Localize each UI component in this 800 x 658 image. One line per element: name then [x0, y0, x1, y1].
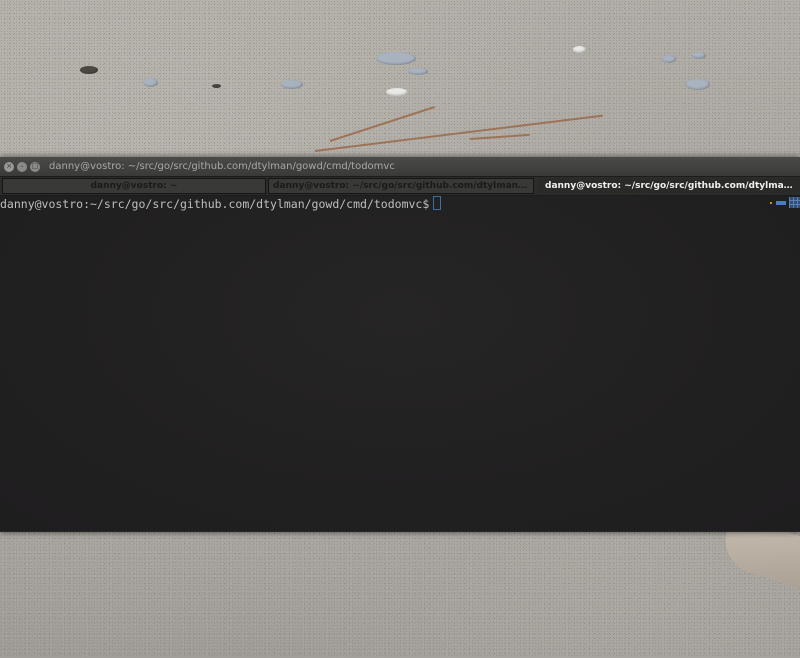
pebble — [662, 55, 676, 63]
window-titlebar[interactable]: × – □ danny@vostro: ~/src/go/src/github.… — [0, 157, 800, 176]
pebble — [408, 68, 428, 75]
terminal-window: × – □ danny@vostro: ~/src/go/src/github.… — [0, 157, 800, 532]
terminal-output[interactable]: danny@vostro:~/src/go/src/github.com/dty… — [0, 196, 800, 531]
cursor — [433, 196, 442, 210]
pebble — [686, 79, 710, 90]
indicator-dot-icon — [770, 201, 772, 204]
pebble — [143, 78, 158, 87]
tab-home[interactable]: danny@vostro: ~ — [2, 178, 266, 194]
desktop-wallpaper: × – □ danny@vostro: ~/src/go/src/github.… — [0, 0, 800, 658]
indicator-bar-icon — [776, 200, 786, 205]
pebble — [281, 80, 303, 89]
tab-gowd[interactable]: danny@vostro: ~/src/go/src/github.com/dt… — [268, 178, 534, 194]
pebble — [376, 52, 416, 65]
window-title: danny@vostro: ~/src/go/src/github.com/dt… — [49, 161, 395, 172]
close-icon[interactable]: × — [4, 161, 14, 172]
pebble — [386, 88, 408, 96]
pebble — [212, 84, 221, 88]
pebble — [80, 66, 98, 74]
tab-bar: danny@vostro: ~ danny@vostro: ~/src/go/s… — [0, 176, 800, 196]
tab-todomvc-active[interactable]: danny@vostro: ~/src/go/src/github.com/dt… — [538, 178, 800, 194]
minimize-icon[interactable]: – — [17, 161, 27, 172]
shell-prompt: danny@vostro:~/src/go/src/github.com/dty… — [0, 197, 430, 211]
grid-icon[interactable] — [789, 197, 800, 208]
maximize-icon[interactable]: □ — [30, 161, 40, 172]
indicator-tray — [770, 197, 800, 208]
pebble — [573, 46, 586, 53]
pebble — [692, 52, 706, 59]
prompt-line: danny@vostro:~/src/go/src/github.com/dty… — [0, 196, 442, 212]
